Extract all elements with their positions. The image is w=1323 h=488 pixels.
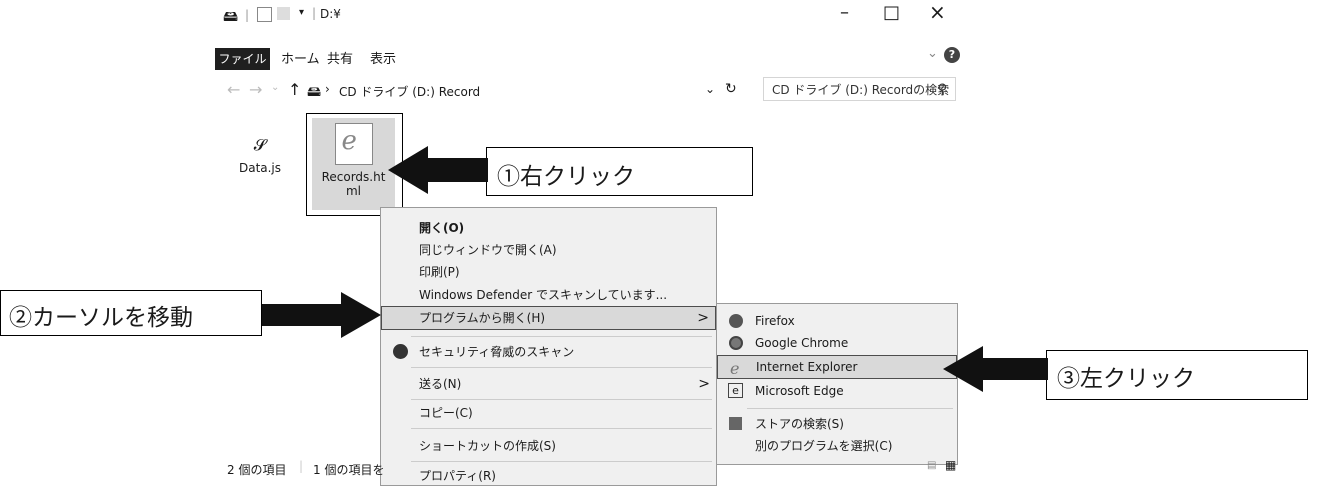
window-title: D:¥ xyxy=(320,7,341,21)
forward-icon[interactable]: → xyxy=(249,80,262,99)
tab-home[interactable]: ホーム xyxy=(281,48,320,67)
up-icon[interactable]: ↑ xyxy=(288,80,301,99)
submenu-item-chrome[interactable]: Google Chrome xyxy=(717,331,957,355)
address-box[interactable]: 🖴 › CD ドライブ (D:) Record ⌄ ↻ xyxy=(305,78,746,102)
tab-file[interactable]: ファイル xyxy=(215,48,270,70)
chrome-icon xyxy=(729,336,743,350)
submenu-item-choose-program[interactable]: 別のプログラムを選択(C) xyxy=(717,434,957,458)
tab-view[interactable]: 表示 xyxy=(370,48,396,67)
minimize-button[interactable]: – xyxy=(840,2,849,23)
submenu-item-firefox[interactable]: Firefox xyxy=(717,309,957,333)
address-bar-row: ← → ⌄ ↑ 🖴 › CD ドライブ (D:) Record ⌄ ↻ CD ド… xyxy=(215,77,960,107)
quick-access-dropdown-icon[interactable]: ▾ xyxy=(299,7,304,18)
arrow-step3 xyxy=(943,346,1048,392)
callout-step1-text: ①右クリック xyxy=(497,164,635,190)
drive-small-icon: 🖴 xyxy=(307,84,322,100)
ribbon-expand-icon[interactable]: ⌄ xyxy=(927,46,938,61)
file-item-selected[interactable]: e Records.ht ml xyxy=(312,118,395,210)
menu-divider xyxy=(411,336,712,337)
title-separator: | xyxy=(245,8,250,22)
context-menu: 開く(O) 同じウィンドウで開く(A) 印刷(P) Windows Defend… xyxy=(380,207,717,486)
search-icon: ⚲ xyxy=(937,82,947,97)
path-drive[interactable]: CD ドライブ (D:) Record xyxy=(339,83,480,100)
submenu-item-edge[interactable]: e Microsoft Edge xyxy=(717,379,957,403)
item-count: 2 個の項目 xyxy=(227,463,287,477)
search-placeholder: CD ドライブ (D:) Recordの検索 xyxy=(772,83,950,97)
menu-item-open-same-window[interactable]: 同じウィンドウで開く(A) xyxy=(381,238,716,262)
search-input[interactable]: CD ドライブ (D:) Recordの検索 ⚲ xyxy=(763,77,956,101)
callout-step1: ①右クリック xyxy=(486,147,753,196)
menu-divider xyxy=(411,428,712,429)
arrow-step2 xyxy=(262,292,381,338)
menu-item-open[interactable]: 開く(O) xyxy=(381,216,716,240)
submenu-arrow-icon: > xyxy=(697,310,709,326)
menu-item-copy[interactable]: コピー(C) xyxy=(381,401,716,425)
tab-share[interactable]: 共有 xyxy=(327,48,353,67)
firefox-icon xyxy=(729,314,743,328)
menu-divider xyxy=(411,367,712,368)
explorer-window: 🖴 | ▾ | D:¥ – □ × ファイル ホーム 共有 表示 ⌄ ? ← →… xyxy=(215,0,1323,486)
refresh-icon[interactable]: ↻ xyxy=(725,81,737,97)
arrow-step1 xyxy=(388,146,488,194)
details-view-icon[interactable]: ▤ xyxy=(927,460,936,471)
menu-item-send-to[interactable]: 送る(N) > xyxy=(381,372,716,396)
close-button[interactable]: × xyxy=(929,0,946,24)
security-scan-icon xyxy=(393,344,408,359)
menu-divider xyxy=(411,399,712,400)
status-divider: | xyxy=(299,459,304,473)
file-name: Data.js xyxy=(238,161,282,175)
address-dropdown-icon[interactable]: ⌄ xyxy=(705,82,715,96)
properties-icon[interactable] xyxy=(257,7,272,22)
path-separator: › xyxy=(325,82,330,96)
back-icon[interactable]: ← xyxy=(227,80,240,99)
callout-step2: ②カーソルを移動 xyxy=(0,290,262,336)
menu-item-security-scan[interactable]: セキュリティ脅威のスキャン xyxy=(381,340,716,364)
file-name: Records.ht ml xyxy=(321,170,386,198)
edge-icon: e xyxy=(728,383,743,398)
selected-count: 1 個の項目を xyxy=(313,463,385,477)
title-bar: 🖴 | ▾ | D:¥ – □ × xyxy=(215,0,960,32)
submenu-item-internet-explorer[interactable]: e Internet Explorer xyxy=(717,355,957,379)
submenu-item-store-search[interactable]: ストアの検索(S) xyxy=(717,412,957,436)
store-icon xyxy=(729,417,742,430)
help-icon[interactable]: ? xyxy=(944,47,960,63)
ie-html-icon: e xyxy=(334,123,373,165)
large-icons-view-icon[interactable]: ▦ xyxy=(945,458,956,472)
title-separator-2: | xyxy=(312,6,317,20)
drive-icon: 🖴 xyxy=(223,7,239,25)
callout-step3-text: ③左クリック xyxy=(1057,366,1195,392)
maximize-button[interactable]: □ xyxy=(883,2,900,23)
menu-item-defender-scan[interactable]: Windows Defender でスキャンしています... xyxy=(381,283,716,307)
callout-step3: ③左クリック xyxy=(1046,350,1308,400)
menu-item-print[interactable]: 印刷(P) xyxy=(381,260,716,284)
script-file-icon: 𝓢 xyxy=(253,135,267,154)
submenu-arrow-icon: > xyxy=(698,376,710,392)
ribbon: ファイル ホーム 共有 表示 ⌄ ? xyxy=(215,32,960,77)
ie-icon: e xyxy=(730,359,740,378)
status-bar: 2 個の項目 | 1 個の項目を ▤ ▦ xyxy=(215,456,960,484)
callout-step2-text: ②カーソルを移動 xyxy=(9,305,193,331)
file-item[interactable]: 𝓢 Data.js xyxy=(235,135,285,175)
open-with-submenu: Firefox Google Chrome e Internet Explore… xyxy=(716,303,958,465)
menu-item-create-shortcut[interactable]: ショートカットの作成(S) xyxy=(381,434,716,458)
menu-divider xyxy=(747,408,953,409)
recent-dropdown-icon[interactable]: ⌄ xyxy=(271,82,279,93)
menu-item-open-with[interactable]: プログラムから開く(H) > xyxy=(381,306,716,330)
new-folder-icon[interactable] xyxy=(277,7,290,20)
